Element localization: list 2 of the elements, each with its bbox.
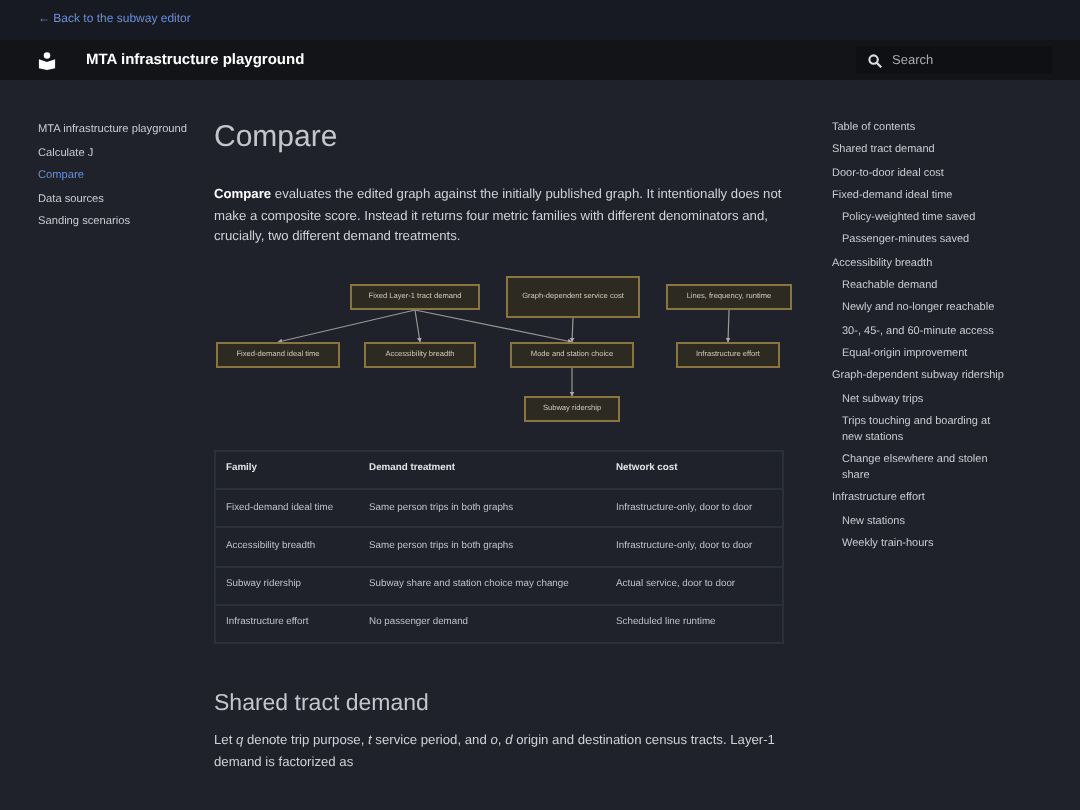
section-heading: Shared tract demand [214, 692, 431, 721]
page-heading: Compare [214, 120, 340, 156]
